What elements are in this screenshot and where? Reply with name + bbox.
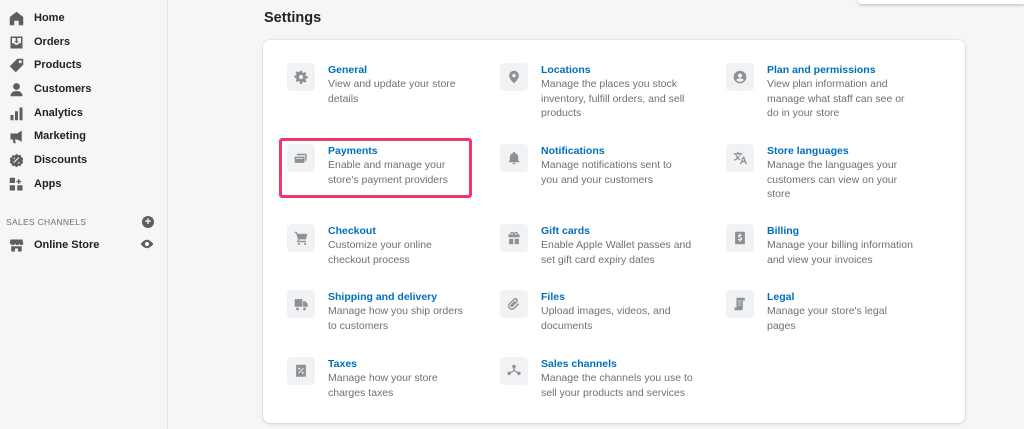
setting-title: Gift cards <box>541 225 591 237</box>
sidebar-item-customers[interactable]: Customers <box>8 78 158 100</box>
gear-icon <box>287 63 315 91</box>
bar-chart-icon <box>8 105 24 121</box>
setting-gift-cards[interactable]: Gift cards Enable Apple Wallet passes an… <box>500 224 710 267</box>
popover-edge <box>858 0 1024 4</box>
setting-title: Files <box>541 291 565 303</box>
location-pin-icon <box>500 63 528 91</box>
setting-taxes[interactable]: Taxes Manage how your store charges taxe… <box>287 357 487 400</box>
setting-description: Manage the languages your customers can … <box>767 159 898 200</box>
setting-description: Manage how you ship orders to customers <box>328 305 463 332</box>
account-icon <box>726 63 754 91</box>
megaphone-icon <box>8 128 24 144</box>
tag-icon <box>8 57 24 73</box>
billing-icon <box>726 224 754 252</box>
setting-title: Shipping and delivery <box>328 291 438 303</box>
sidebar-item-label: Orders <box>34 36 71 48</box>
setting-files[interactable]: Files Upload images, videos, and documen… <box>500 290 710 333</box>
sidebar-item-label: Home <box>34 12 65 24</box>
setting-store-languages[interactable]: Store languages Manage the languages you… <box>726 144 926 202</box>
setting-general[interactable]: General View and update your store detai… <box>287 63 487 106</box>
setting-title: Sales channels <box>541 358 617 370</box>
setting-legal[interactable]: Legal Manage your store's legal pages <box>726 290 926 333</box>
orders-icon <box>8 34 24 50</box>
sidebar-item-discounts[interactable]: Discounts <box>8 149 158 171</box>
setting-description: Manage how your store charges taxes <box>328 372 438 399</box>
truck-icon <box>287 290 315 318</box>
payments-highlight-box <box>279 138 472 198</box>
sidebar-item-label: Products <box>34 59 82 71</box>
sidebar-item-label: Apps <box>34 178 62 190</box>
setting-locations[interactable]: Locations Manage the places you stock in… <box>500 63 710 121</box>
setting-notifications[interactable]: Notifications Manage notifications sent … <box>500 144 710 187</box>
setting-description: View and update your store details <box>328 78 456 105</box>
add-sales-channel-button[interactable]: + <box>142 216 154 228</box>
setting-description: View plan information and manage what st… <box>767 78 905 119</box>
sidebar-item-apps[interactable]: Apps <box>8 173 158 195</box>
setting-description: Upload images, videos, and documents <box>541 305 671 332</box>
setting-description: Manage the channels you use to sell your… <box>541 372 693 399</box>
setting-plan-and-permissions[interactable]: Plan and permissions View plan informati… <box>726 63 926 121</box>
sidebar-item-label: Online Store <box>34 239 100 251</box>
sidebar-item-label: Marketing <box>34 130 86 142</box>
eye-icon[interactable] <box>140 237 154 251</box>
legal-icon <box>726 290 754 318</box>
cart-icon <box>287 224 315 252</box>
sidebar-item-label: Analytics <box>34 107 83 119</box>
bell-icon <box>500 144 528 172</box>
home-icon <box>8 10 24 26</box>
setting-description: Customize your online checkout process <box>328 239 432 266</box>
discount-icon <box>8 152 24 168</box>
sidebar-item-marketing[interactable]: Marketing <box>8 125 158 147</box>
channels-icon <box>500 357 528 385</box>
setting-title: General <box>328 64 368 76</box>
setting-description: Manage your store's legal pages <box>767 305 887 332</box>
setting-description: Manage your billing information and view… <box>767 239 913 266</box>
store-icon <box>8 237 24 253</box>
setting-title: Legal <box>767 291 795 303</box>
sidebar-item-online-store[interactable]: Online Store <box>8 234 158 256</box>
setting-title: Locations <box>541 64 591 76</box>
sidebar-item-analytics[interactable]: Analytics <box>8 102 158 124</box>
setting-title: Notifications <box>541 145 605 157</box>
sidebar-item-orders[interactable]: Orders <box>8 31 158 53</box>
setting-title: Store languages <box>767 145 849 157</box>
page-title: Settings <box>264 10 322 26</box>
setting-description: Manage notifications sent to you and you… <box>541 159 672 186</box>
translate-icon <box>726 144 754 172</box>
setting-title: Billing <box>767 225 800 237</box>
tax-receipt-icon <box>287 357 315 385</box>
setting-checkout[interactable]: Checkout Customize your online checkout … <box>287 224 487 267</box>
setting-description: Manage the places you stock inventory, f… <box>541 78 685 119</box>
sidebar: Home Orders Products Customers Analytics… <box>0 0 168 429</box>
paperclip-icon <box>500 290 528 318</box>
sales-channels-label: SALES CHANNELS <box>6 217 87 227</box>
person-icon <box>8 81 24 97</box>
setting-title: Taxes <box>328 358 357 370</box>
setting-description: Enable Apple Wallet passes and set gift … <box>541 239 692 266</box>
sidebar-item-label: Customers <box>34 83 92 95</box>
sales-channels-header: SALES CHANNELS + <box>6 214 154 230</box>
setting-title: Checkout <box>328 225 376 237</box>
setting-sales-channels[interactable]: Sales channels Manage the channels you u… <box>500 357 720 400</box>
setting-billing[interactable]: Billing Manage your billing information … <box>726 224 936 267</box>
gift-icon <box>500 224 528 252</box>
setting-title: Plan and permissions <box>767 64 876 76</box>
sidebar-item-label: Discounts <box>34 154 88 166</box>
sidebar-item-products[interactable]: Products <box>8 54 158 76</box>
sidebar-item-home[interactable]: Home <box>8 7 158 29</box>
setting-shipping-and-delivery[interactable]: Shipping and delivery Manage how you shi… <box>287 290 487 333</box>
apps-icon <box>8 176 24 192</box>
